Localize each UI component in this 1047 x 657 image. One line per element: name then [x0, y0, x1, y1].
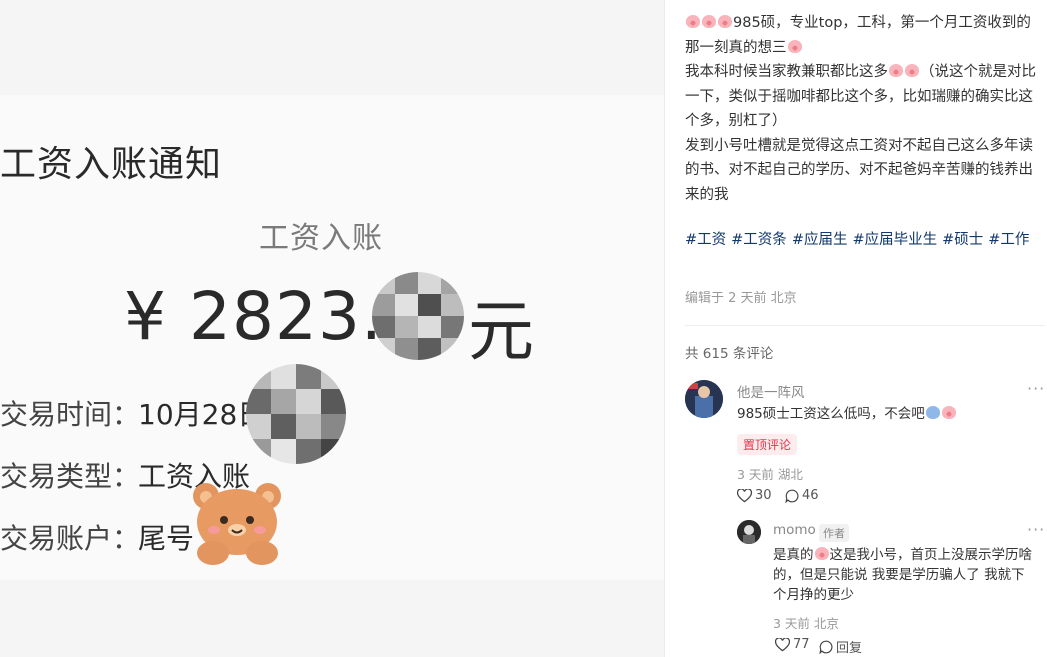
reply-text: 是真的 这是我小号，首页上没展示学历啥 的，但是只能说 我要是学历骗人了 我就下 … — [773, 545, 1045, 605]
row-value-account: 尾号 — [138, 522, 195, 555]
receipt-title: 工资入账通知 — [0, 144, 223, 185]
pinned-comment-badge: 置顶评论 — [737, 434, 798, 455]
post-body: 985硕，专业top，工科，第一个月工资收到的那一刻真的想三 我本科时候当家教兼… — [685, 11, 1045, 207]
reply-text-part: 是真的 — [773, 547, 814, 563]
reply-count-button[interactable]: 46 — [785, 488, 819, 503]
comment-username[interactable]: 他是一阵风 — [737, 381, 805, 401]
like-count: 30 — [755, 488, 772, 503]
receipt-amount: ¥ 2823. — [124, 278, 383, 355]
reply-text-part: 的，但是只能说 我要是学历骗人了 我就下 — [773, 567, 1025, 583]
post-image[interactable]: 工资入账通知 工资入账 ¥ 2823. 元 交易时间： 10月28日 交易类型：… — [0, 0, 664, 657]
salary-receipt: 工资入账通知 工资入账 ¥ 2823. 元 交易时间： 10月28日 交易类型：… — [0, 95, 664, 580]
comment-text-body: 985硕士工资这么低吗，不会吧 — [737, 406, 925, 422]
tag-link[interactable]: #工资 — [685, 232, 726, 248]
reply-text-part: 个月挣的更少 — [773, 587, 854, 603]
comment-text: 985硕士工资这么低吗，不会吧 — [737, 404, 957, 424]
pig-emoji-icon — [941, 406, 956, 419]
heart-icon — [775, 637, 790, 651]
like-count: 77 — [793, 637, 810, 652]
comment-icon — [819, 640, 833, 654]
reply-button[interactable]: 回复 — [819, 637, 862, 656]
pig-emoji-icon — [905, 64, 919, 77]
row-label-time: 交易时间： — [0, 398, 141, 431]
comment-count: 共 615 条评论 — [685, 346, 774, 362]
like-button[interactable]: 30 — [737, 488, 772, 503]
edited-timestamp: 编辑于 2 天前 北京 — [685, 291, 797, 306]
tag-link[interactable]: #工作 — [988, 232, 1029, 248]
heart-icon — [737, 488, 752, 502]
bear-sticker-icon — [188, 478, 288, 568]
tag-link[interactable]: #应届毕业生 — [852, 232, 937, 248]
like-button[interactable]: 77 — [775, 637, 810, 652]
pig-emoji-icon — [718, 15, 732, 28]
pig-emoji-icon — [814, 547, 829, 560]
amount-mosaic — [372, 272, 464, 360]
section-divider — [685, 325, 1045, 326]
date-mosaic — [246, 364, 346, 464]
row-label-type: 交易类型： — [0, 460, 141, 493]
pig-emoji-icon — [702, 15, 716, 28]
comment-icon — [785, 489, 799, 503]
reply-meta: 3 天前 北京 — [773, 616, 839, 631]
avatar[interactable] — [737, 520, 761, 544]
author-badge: 作者 — [819, 524, 849, 542]
post-paragraph-2: 我本科时候当家教兼职都比这多 — [685, 64, 888, 80]
tag-link[interactable]: #工资条 — [731, 232, 787, 248]
tag-link[interactable]: #应届生 — [792, 232, 848, 248]
pig-emoji-icon — [889, 64, 903, 77]
more-icon[interactable]: ··· — [1027, 520, 1045, 539]
reply-username[interactable]: momo — [773, 522, 816, 538]
pig-emoji-icon — [686, 15, 700, 28]
receipt-unit: 元 — [468, 293, 534, 370]
post-paragraph-4: 发到小号吐槽就是觉得这点工资对不起自己这么多年读的书、对不起自己的学历、对不起爸… — [685, 137, 1033, 203]
post-detail: 985硕，专业top，工科，第一个月工资收到的那一刻真的想三 我本科时候当家教兼… — [665, 0, 1047, 657]
row-label-account: 交易账户： — [0, 522, 141, 555]
reply-label: 回复 — [836, 641, 863, 656]
reply-text-part: 这是我小号，首页上没展示学历啥 — [829, 547, 1033, 563]
avatar[interactable] — [685, 380, 723, 418]
comment-meta: 3 天前 湖北 — [737, 467, 803, 482]
more-icon[interactable]: ··· — [1027, 379, 1045, 398]
cry-emoji-icon — [925, 406, 940, 419]
reply-count: 46 — [802, 488, 819, 503]
tag-link[interactable]: #硕士 — [942, 232, 983, 248]
post-tags: #工资 #工资条 #应届生 #应届毕业生 #硕士 #工作 — [685, 228, 1045, 252]
receipt-subtitle: 工资入账 — [259, 221, 383, 256]
pig-emoji-icon — [787, 39, 802, 53]
post-paragraph-1: 985硕，专业top，工科，第一个月工资收到的那一刻真的想三 — [685, 15, 1031, 56]
